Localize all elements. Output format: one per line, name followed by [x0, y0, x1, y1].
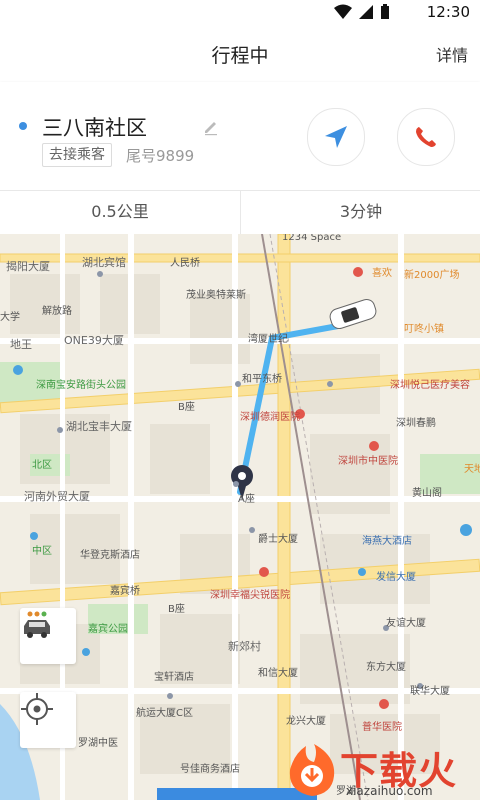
map-view[interactable]: 揭阳大厦 湖北宾馆 人民桥 1234 Space 喜欢 新2000广场 大学 解…	[0, 234, 480, 800]
map-label: 地王	[10, 338, 32, 351]
edit-pencil-icon[interactable]	[202, 118, 220, 136]
map-label: 航运大厦C区	[136, 708, 193, 719]
map-label: 联华大厦	[410, 686, 450, 697]
crosshair-icon	[21, 693, 53, 725]
map-label: 叮咚小镇	[404, 324, 444, 335]
map-label: B座	[178, 402, 195, 413]
status-bar: 12:30	[0, 0, 480, 26]
map-label: 茂业奥特莱斯	[186, 290, 246, 301]
map-label: 湾厦世纪	[248, 334, 288, 345]
map-label: 宝轩酒店	[154, 672, 194, 683]
signal-icon	[359, 5, 373, 19]
map-label: 嘉宾公园	[88, 624, 128, 635]
traffic-car-button[interactable]	[20, 608, 76, 664]
duration-value: 3分钟	[339, 202, 383, 221]
trip-info-card: 三八南社区 去接乘客 尾号9899 0.5公里 3分钟	[0, 82, 480, 234]
watermark-url: xiazaihuo.com	[346, 784, 433, 798]
map-label: 龙兴大厦	[286, 716, 326, 727]
battery-icon	[381, 4, 389, 19]
page-title: 行程中	[211, 45, 269, 67]
map-label: 和信大厦	[258, 668, 298, 679]
fire-logo-icon	[289, 744, 335, 796]
status-badge: 去接乘客	[42, 143, 112, 167]
phone-icon	[416, 127, 436, 147]
map-label: 人民桥	[170, 258, 200, 269]
locate-me-button[interactable]	[20, 692, 76, 748]
map-label: 海燕大酒店	[362, 536, 412, 547]
map-label: 深圳春鹏	[396, 418, 436, 429]
map-label: 深圳德润医院	[240, 412, 300, 423]
map-label: 深圳市中医院	[338, 456, 398, 467]
map-label: 黄山阁	[412, 488, 442, 499]
map-label: 湖北宾馆	[82, 256, 126, 269]
map-label: 深南宝安路街头公园	[36, 380, 126, 391]
map-label: 东方大厦	[366, 662, 406, 673]
map-label: 罗湖中医	[78, 738, 118, 749]
map-label: 爵士大厦	[258, 534, 298, 545]
car-icon	[24, 611, 50, 638]
map-label: 中区	[32, 546, 52, 557]
navigation-arrow-icon	[325, 126, 347, 148]
status-icons	[334, 4, 390, 20]
top-app-bar: 行程中 详情	[0, 26, 480, 83]
pickup-location: 三八南社区	[42, 116, 147, 140]
distance-value: 0.5公里	[91, 202, 149, 221]
map-label: 新2000广场	[404, 270, 460, 281]
map-label: 号佳商务酒店	[180, 764, 240, 775]
map-label: 普华医院	[362, 722, 402, 733]
phone-tail-number: 尾号9899	[126, 147, 195, 165]
map-label: A座	[238, 494, 255, 505]
map-label: 深圳幸福尖锐医院	[210, 590, 290, 601]
map-label: 北区	[32, 460, 52, 471]
map-label: B座	[168, 604, 185, 615]
location-dot-icon	[19, 122, 27, 130]
map-label: 华登克斯酒店	[80, 550, 140, 561]
map-label: 友谊大厦	[386, 618, 426, 629]
watermark-logo: 下载火 xiazaihuo.com	[284, 740, 480, 800]
details-button[interactable]: 详情	[436, 42, 468, 66]
map-label: 揭阳大厦	[6, 260, 50, 273]
map-label: ONE39大厦	[64, 334, 124, 347]
map-label: 新郊村	[228, 640, 261, 653]
map-label: 湖北宝丰大厦	[66, 420, 132, 433]
map-label: 深圳悦己医疗美容	[390, 380, 470, 391]
map-label: 解放路	[42, 306, 72, 317]
map-label: 喜欢	[372, 268, 392, 279]
navigation-button[interactable]	[307, 108, 365, 166]
map-label: 天地	[464, 464, 480, 475]
map-label: 河南外贸大厦	[24, 490, 90, 503]
map-label: 发信大厦	[376, 572, 416, 583]
map-label: 嘉宾桥	[110, 586, 140, 597]
call-button[interactable]	[397, 108, 455, 166]
map-label: 大学	[0, 312, 20, 323]
map-label: 1234 Space	[282, 234, 342, 243]
map-label: 和平东桥	[242, 374, 282, 385]
clock: 12:30	[426, 3, 470, 21]
wifi-icon	[334, 4, 352, 19]
